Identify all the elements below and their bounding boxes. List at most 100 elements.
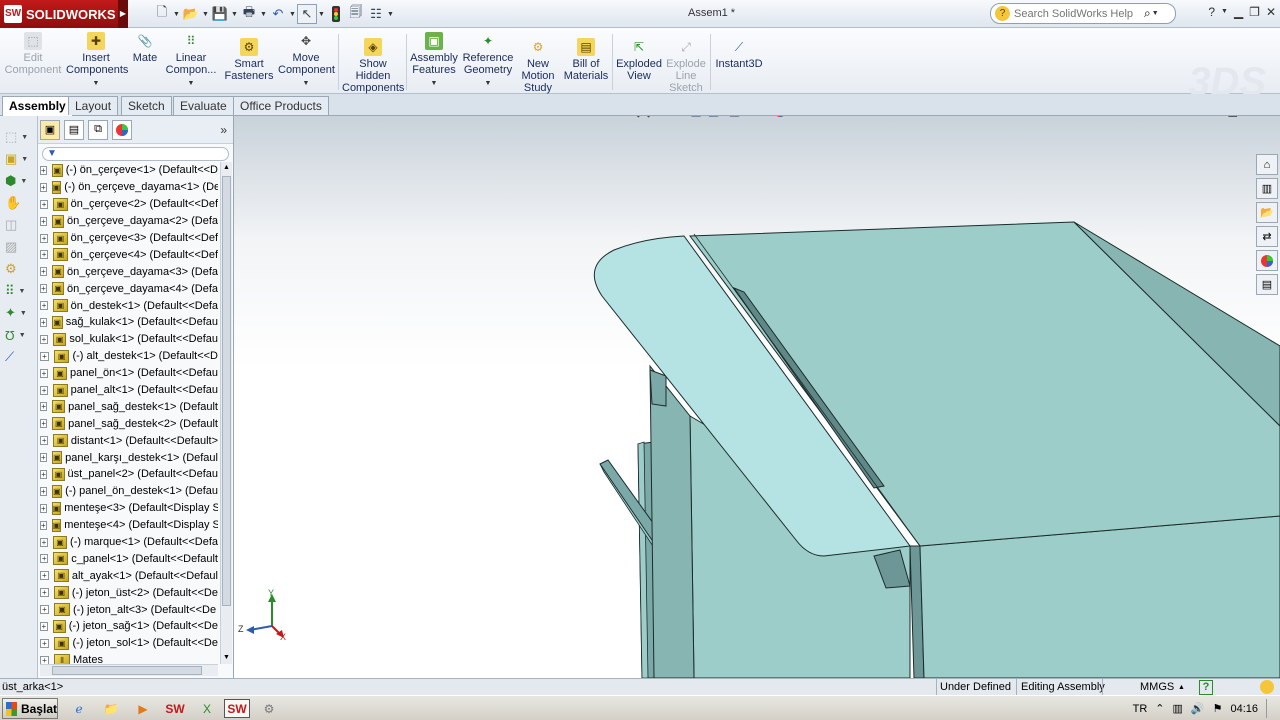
tree-item[interactable]: + ⫴ Mates (40, 652, 218, 664)
show-hidden-components-button[interactable]: ◈ Show Hidden Components (342, 36, 404, 94)
zoom-to-area-icon[interactable]: 🔎 (645, 116, 663, 120)
display-manager-tab-icon[interactable] (112, 119, 132, 140)
expand-icon[interactable]: + (40, 351, 49, 361)
tree-item[interactable]: + ▣ menteşe<3> (Default<Display S (40, 500, 218, 517)
expand-panel-icon[interactable]: » (220, 123, 227, 137)
tree-item[interactable]: + ▣ (-) ön_çerçeve<1> (Default<<D (40, 162, 218, 179)
viewport-restore-icon[interactable]: ❐ (1243, 116, 1253, 117)
minimize-icon[interactable]: ▁ (1234, 5, 1243, 19)
search-dropdown-icon[interactable]: ▼ (1151, 10, 1160, 17)
smart-fasteners-tool-icon[interactable]: ⚙ (0, 258, 36, 280)
mate-tool-icon[interactable]: Ʊ ▼ (0, 324, 36, 346)
linear-component-dropdown-icon[interactable]: ▼ (164, 78, 218, 90)
configuration-manager-tab-icon[interactable]: ⧉ (88, 119, 108, 140)
tree-item[interactable]: + ▣ alt_ayak<1> (Default<<Defaul (40, 567, 218, 584)
tree-item[interactable]: + ▣ (-) panel_ön_destek<1> (Defau (40, 483, 218, 500)
view-palette-icon[interactable]: ⇄ (1256, 226, 1278, 247)
instant3d-button[interactable]: ⟋ Instant3D (714, 36, 764, 70)
tree-item[interactable]: + ▣ ön_destek<1> (Default<<Defa (40, 297, 218, 314)
print-dropdown-icon[interactable]: ▼ (259, 11, 268, 18)
expand-icon[interactable]: + (40, 554, 49, 564)
tree-item[interactable]: + ▣ (-) marque<1> (Default<<Defa (40, 534, 218, 551)
expand-icon[interactable]: + (40, 301, 49, 311)
help-icon[interactable]: ? (1208, 5, 1215, 19)
tab-office-products[interactable]: Office Products (233, 96, 329, 115)
menu-expand-arrow-icon[interactable]: ▶ (118, 0, 128, 28)
clock[interactable]: 04:16 (1230, 703, 1258, 715)
tree-item[interactable]: + ▣ ön_çerçeve<2> (Default<<Def (40, 196, 218, 213)
options-icon[interactable]: ☷ (366, 4, 386, 24)
select-dropdown-icon[interactable]: ▼ (317, 11, 326, 18)
media-player-icon[interactable]: ▶ (132, 699, 154, 718)
hide-tool-icon[interactable]: ✋ (0, 192, 36, 214)
tree-item[interactable]: + ▣ panel_sağ_destek<1> (Default (40, 398, 218, 415)
expand-icon[interactable]: + (40, 655, 49, 664)
explode-line-sketch-button[interactable]: ⤢ Explode Line Sketch (664, 36, 708, 94)
help-dropdown-icon[interactable]: ▼ (1221, 5, 1228, 19)
assembly-features-button[interactable]: ▣ Assembly Features ▼ (410, 30, 458, 90)
exploded-view-button[interactable]: ⇱ Exploded View (616, 36, 662, 82)
reference-geometry-tool-icon[interactable]: ✦ ▼ (0, 302, 36, 324)
edit-appearance-icon[interactable] (771, 116, 789, 120)
display-style-icon[interactable]: ◩▼ (729, 116, 747, 120)
language-indicator[interactable]: TR (1133, 703, 1148, 715)
assembly-features-dropdown-icon[interactable]: ▼ (410, 78, 458, 90)
select-arrow-icon[interactable]: ↖ (297, 4, 317, 24)
viewport-close-icon[interactable]: ✕ (1259, 116, 1268, 117)
linear-pattern-tool-icon[interactable]: ⠿ ▼ (0, 280, 36, 302)
tree-item[interactable]: + ▣ menteşe<4> (Default<Display S (40, 517, 218, 534)
tree-item[interactable]: + ▣ panel_ön<1> (Default<<Defau (40, 365, 218, 382)
expand-icon[interactable]: + (40, 419, 48, 429)
insert-components-button[interactable]: ✚ Insert Components ▼ (66, 30, 128, 90)
edit-component-button[interactable]: ⬚ Edit Component (4, 30, 62, 76)
scroll-thumb[interactable] (222, 176, 231, 606)
tree-item[interactable]: + ▣ ön_çerçeve<3> (Default<<Def (40, 230, 218, 247)
tree-item[interactable]: + ▣ panel_sağ_destek<2> (Default (40, 415, 218, 432)
expand-icon[interactable]: + (40, 182, 47, 192)
rebuild-status-icon[interactable] (1260, 680, 1274, 694)
excel-icon[interactable]: X (196, 699, 218, 718)
expand-icon[interactable]: + (40, 520, 47, 530)
file-explorer-icon[interactable]: 📂 (1256, 202, 1278, 223)
tree-item[interactable]: + ▣ sağ_kulak<1> (Default<<Defau (40, 314, 218, 331)
expand-icon[interactable]: + (40, 284, 47, 294)
apply-scene-icon[interactable]: ☘▼ (792, 116, 810, 120)
expand-icon[interactable]: + (40, 250, 49, 260)
file-properties-icon[interactable]: 🗐 (346, 4, 366, 24)
units-selector[interactable]: MMGS (1140, 680, 1174, 695)
viewport-minimize-icon[interactable]: ▁ (1228, 116, 1236, 117)
reference-geometry-button[interactable]: ✦ Reference Geometry ▼ (462, 30, 514, 90)
expand-icon[interactable]: + (40, 486, 47, 496)
network-icon[interactable]: ▥ (1172, 702, 1182, 715)
zoom-to-fit-icon[interactable]: 🔍 (624, 116, 642, 120)
solidworks-logo[interactable]: SW SOLIDWORKS (0, 0, 126, 28)
previous-view-icon[interactable]: ⤺ (666, 116, 684, 120)
tree-filter[interactable]: ▼ (42, 147, 229, 161)
rebuild-traffic-light-icon[interactable] (326, 4, 346, 24)
move-component-dropdown-icon[interactable]: ▼ (278, 78, 334, 90)
scroll-down-icon[interactable]: ▼ (221, 652, 232, 664)
tab-layout[interactable]: Layout (68, 96, 119, 115)
tree-item[interactable]: + ▣ (-) ön_çerçeve_dayama<1> (De (40, 179, 218, 196)
smart-fasteners-button[interactable]: ⚙ Smart Fasteners (224, 36, 274, 82)
internet-explorer-icon[interactable]: ℯ (68, 699, 90, 718)
open-dropdown-icon[interactable]: ▼ (201, 11, 210, 18)
expand-icon[interactable]: + (40, 368, 48, 378)
close-icon[interactable]: ✕ (1266, 5, 1276, 19)
expand-icon[interactable]: + (40, 469, 48, 479)
tree-item[interactable]: + ▣ (-) jeton_sağ<1> (Default<<De (40, 618, 218, 635)
magnifier-icon[interactable]: ⌕ (1144, 6, 1151, 21)
open-folder-icon[interactable]: 📂 (181, 4, 201, 24)
tree-item[interactable]: + ▣ panel_karşı_destek<1> (Defaul (40, 449, 218, 466)
file-explorer-taskbar-icon[interactable]: 📁 (100, 699, 122, 718)
solidworks-taskbar-icon[interactable]: SW (164, 699, 186, 718)
expand-icon[interactable]: + (40, 334, 48, 344)
expand-icon[interactable]: + (40, 216, 47, 226)
feature-manager-tab-icon[interactable]: ▣ (40, 119, 60, 140)
tile-view-icon[interactable]: ◨ (1212, 116, 1222, 117)
new-dropdown-icon[interactable]: ▼ (172, 11, 181, 18)
instant3d-tool-icon[interactable]: ⟋ (0, 346, 36, 368)
linear-component-pattern-button[interactable]: ⠿ Linear Compon... ▼ (164, 30, 218, 90)
tree-item[interactable]: + ▣ c_panel<1> (Default<<Default (40, 550, 218, 567)
tree-item[interactable]: + ▣ sol_kulak<1> (Default<<Defau (40, 331, 218, 348)
